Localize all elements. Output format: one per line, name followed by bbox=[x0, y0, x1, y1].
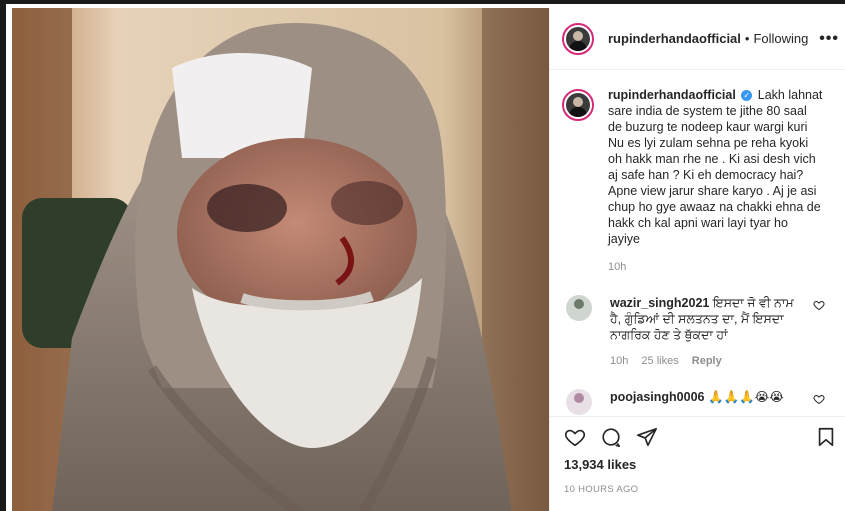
bookmark-icon[interactable] bbox=[815, 426, 837, 448]
separator-dot: • bbox=[744, 31, 750, 46]
comment-item: wazir_singh2021 ਇਸਦਾ ਜੋ ਵੀ ਨਾਮ ਹੈ, ਗੁੰਡਿ… bbox=[562, 295, 839, 369]
comment-time[interactable]: 10h bbox=[610, 355, 628, 367]
post-panel: rupinderhandaofficial • Following ••• ru… bbox=[549, 8, 845, 511]
post-photo bbox=[12, 8, 549, 511]
comment-like-heart-icon[interactable] bbox=[813, 393, 825, 405]
reply-button[interactable]: Reply bbox=[692, 355, 722, 367]
likes-count[interactable]: 13,934 likes bbox=[564, 457, 837, 472]
comments-section[interactable]: rupinderhandaofficial ✓ Lakh lahnat sare… bbox=[550, 71, 845, 416]
caption-body: rupinderhandaofficial ✓ Lakh lahnat sare… bbox=[608, 87, 823, 275]
share-icon[interactable] bbox=[636, 426, 658, 448]
comment-like-heart-icon[interactable] bbox=[813, 299, 825, 311]
caption-username[interactable]: rupinderhandaofficial bbox=[608, 88, 736, 102]
verified-badge-icon: ✓ bbox=[741, 90, 753, 102]
comment-icon[interactable] bbox=[600, 426, 622, 448]
author-username[interactable]: rupinderhandaofficial bbox=[608, 31, 741, 46]
app-frame: rupinderhandaofficial • Following ••• ru… bbox=[0, 0, 845, 511]
comment-body: wazir_singh2021 ਇਸਦਾ ਜੋ ਵੀ ਨਾਮ ਹੈ, ਗੁੰਡਿ… bbox=[610, 295, 802, 369]
post-timestamp[interactable]: 10 HOURS AGO bbox=[564, 484, 837, 495]
comment-item: poojasingh0006 🙏🙏🙏😭😭 bbox=[562, 389, 839, 415]
post-actions: 13,934 likes 10 HOURS AGO bbox=[550, 416, 845, 511]
commenter-avatar[interactable] bbox=[566, 295, 592, 321]
comment-text: 🙏🙏🙏😭😭 bbox=[707, 390, 784, 404]
heart-icon[interactable] bbox=[564, 426, 586, 448]
action-icons bbox=[564, 417, 837, 457]
post-header: rupinderhandaofficial • Following ••• bbox=[550, 8, 845, 70]
caption: rupinderhandaofficial ✓ Lakh lahnat sare… bbox=[562, 87, 839, 275]
more-options-icon[interactable]: ••• bbox=[819, 30, 839, 48]
author-avatar[interactable] bbox=[562, 22, 594, 55]
commenter-avatar[interactable] bbox=[566, 389, 592, 415]
post-image[interactable] bbox=[12, 8, 549, 511]
comment-likes[interactable]: 25 likes bbox=[641, 355, 678, 367]
caption-text: Lakh lahnat sare india de system te jith… bbox=[608, 88, 823, 246]
caption-avatar[interactable] bbox=[562, 89, 594, 121]
comment-body: poojasingh0006 🙏🙏🙏😭😭 bbox=[610, 389, 802, 415]
comment-username[interactable]: poojasingh0006 bbox=[610, 390, 704, 404]
following-button[interactable]: Following bbox=[753, 31, 808, 46]
caption-time[interactable]: 10h bbox=[608, 259, 823, 275]
comment-username[interactable]: wazir_singh2021 bbox=[610, 296, 709, 310]
comment-meta: 10h 25 likes Reply bbox=[610, 353, 802, 369]
